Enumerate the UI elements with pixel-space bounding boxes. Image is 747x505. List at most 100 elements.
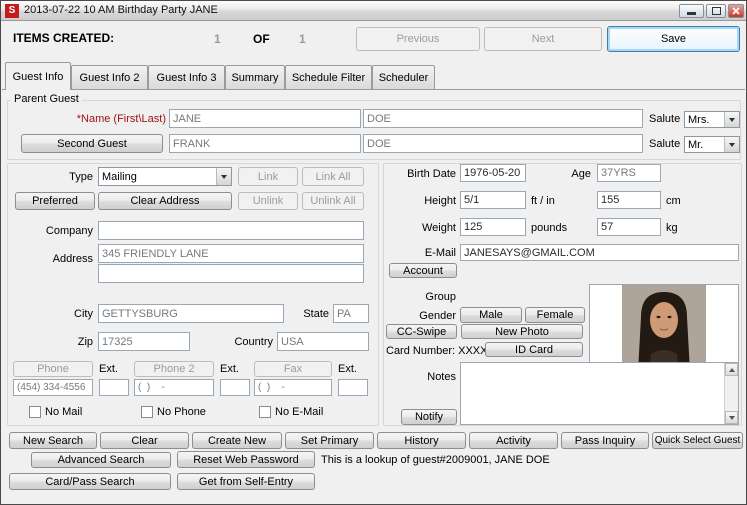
country-label: Country: [234, 336, 273, 348]
female-button[interactable]: Female: [525, 307, 585, 323]
scroll-down-icon[interactable]: [725, 411, 738, 424]
history-button[interactable]: History: [377, 432, 466, 449]
birth-date-label: Birth Date: [407, 168, 456, 180]
link-all-button[interactable]: Link All: [302, 167, 364, 186]
phone2-ext-input[interactable]: [220, 379, 250, 396]
fax-button[interactable]: Fax: [254, 361, 332, 377]
chevron-down-icon[interactable]: [216, 168, 231, 185]
address-line2-input[interactable]: [98, 264, 364, 283]
country-input[interactable]: [277, 332, 369, 351]
create-new-button[interactable]: Create New: [192, 432, 282, 449]
phone-button[interactable]: Phone: [13, 361, 93, 377]
cc-swipe-button[interactable]: CC-Swipe: [386, 324, 457, 339]
tab-guest-info[interactable]: Guest Info: [5, 62, 71, 90]
phone-input[interactable]: [13, 379, 93, 396]
type-label: Type: [69, 171, 93, 183]
minimize-icon: [687, 12, 696, 15]
new-search-button[interactable]: New Search: [9, 432, 97, 449]
email-input[interactable]: [460, 244, 739, 261]
close-button[interactable]: [728, 4, 744, 18]
zip-input[interactable]: [98, 332, 190, 351]
account-button[interactable]: Account: [389, 263, 457, 278]
link-button[interactable]: Link: [238, 167, 298, 186]
male-button[interactable]: Male: [460, 307, 522, 323]
ftin-label: ft / in: [531, 195, 555, 207]
phone-ext-input[interactable]: [99, 379, 129, 396]
card-pass-search-button[interactable]: Card/Pass Search: [9, 473, 171, 490]
tab-summary[interactable]: Summary: [225, 65, 285, 89]
activity-button[interactable]: Activity: [469, 432, 558, 449]
fax-ext-input[interactable]: [338, 379, 368, 396]
new-photo-button[interactable]: New Photo: [461, 324, 583, 339]
id-card-button[interactable]: ID Card: [485, 342, 583, 357]
height-ftin-input[interactable]: [460, 191, 526, 209]
address-type-select[interactable]: Mailing: [98, 167, 232, 186]
tab-schedule-filter[interactable]: Schedule Filter: [285, 65, 372, 89]
address-line1-input[interactable]: [98, 244, 364, 263]
maximize-button[interactable]: [706, 4, 726, 18]
tab-guest-info-3[interactable]: Guest Info 3: [148, 65, 225, 89]
parent-guest-label: Parent Guest: [11, 93, 82, 105]
no-phone-checkbox[interactable]: No Phone: [141, 406, 206, 418]
next-button[interactable]: Next: [484, 27, 602, 51]
no-email-checkbox[interactable]: No E-Mail: [259, 406, 323, 418]
salute-select-2[interactable]: Mr.: [684, 136, 740, 153]
chevron-down-icon[interactable]: [724, 112, 739, 127]
set-primary-button[interactable]: Set Primary: [285, 432, 374, 449]
unlink-all-button[interactable]: Unlink All: [302, 192, 364, 210]
scroll-up-icon[interactable]: [725, 363, 738, 376]
weight-label: Weight: [421, 222, 456, 234]
weight-kg-input[interactable]: [597, 218, 661, 236]
no-phone-label: No Phone: [157, 406, 206, 418]
no-mail-checkbox[interactable]: No Mail: [29, 406, 82, 418]
advanced-search-button[interactable]: Advanced Search: [31, 452, 171, 468]
zip-label: Zip: [77, 336, 93, 348]
weight-lb-input[interactable]: [460, 218, 526, 236]
previous-button[interactable]: Previous: [356, 27, 480, 51]
tab-guest-info-2[interactable]: Guest Info 2: [71, 65, 148, 89]
checkbox-icon: [29, 406, 41, 418]
lookup-status-text: This is a lookup of guest#2009001, JANE …: [321, 454, 550, 466]
notes-textarea[interactable]: [460, 362, 739, 425]
reset-web-password-button[interactable]: Reset Web Password: [177, 451, 315, 468]
clear-button[interactable]: Clear: [100, 432, 189, 449]
notes-scrollbar[interactable]: [724, 363, 738, 424]
height-label: Height: [424, 195, 456, 207]
city-label: City: [74, 308, 93, 320]
first-name-input[interactable]: [169, 109, 361, 128]
phone2-input[interactable]: [134, 379, 214, 396]
second-last-name-input[interactable]: [363, 134, 643, 153]
chevron-down-icon[interactable]: [724, 137, 739, 152]
maximize-icon: [711, 7, 721, 15]
state-input[interactable]: [333, 304, 369, 323]
unlink-button[interactable]: Unlink: [238, 192, 298, 210]
birth-date-input[interactable]: [460, 164, 526, 182]
salute-label-1: Salute: [649, 113, 681, 125]
age-input[interactable]: [597, 164, 661, 182]
clear-address-button[interactable]: Clear Address: [98, 192, 232, 210]
city-input[interactable]: [98, 304, 284, 323]
notify-button[interactable]: Notify: [401, 409, 457, 425]
quick-select-guest-button[interactable]: Quick Select Guest: [652, 432, 743, 449]
gender-label: Gender: [419, 310, 456, 322]
phone2-ext-label: Ext.: [220, 363, 239, 375]
pounds-label: pounds: [531, 222, 568, 234]
phone2-button[interactable]: Phone 2: [134, 361, 214, 377]
get-from-self-entry-button[interactable]: Get from Self-Entry: [177, 473, 315, 490]
second-first-name-input[interactable]: [169, 134, 361, 153]
title-bar[interactable]: S 2013-07-22 10 AM Birthday Party JANE: [1, 1, 746, 21]
guest-photo: [622, 285, 706, 372]
last-name-input[interactable]: [363, 109, 643, 128]
pass-inquiry-button[interactable]: Pass Inquiry: [561, 432, 649, 449]
second-guest-button[interactable]: Second Guest: [21, 134, 163, 153]
minimize-button[interactable]: [679, 4, 704, 18]
preferred-button[interactable]: Preferred: [15, 192, 95, 210]
salute-select-1[interactable]: Mrs.: [684, 111, 740, 128]
email-label: E-Mail: [424, 247, 456, 259]
save-button[interactable]: Save: [607, 26, 740, 52]
salute-label-2: Salute: [649, 138, 681, 150]
company-input[interactable]: [98, 221, 364, 240]
fax-input[interactable]: [254, 379, 332, 396]
tab-scheduler[interactable]: Scheduler: [372, 65, 435, 89]
height-cm-input[interactable]: [597, 191, 661, 209]
